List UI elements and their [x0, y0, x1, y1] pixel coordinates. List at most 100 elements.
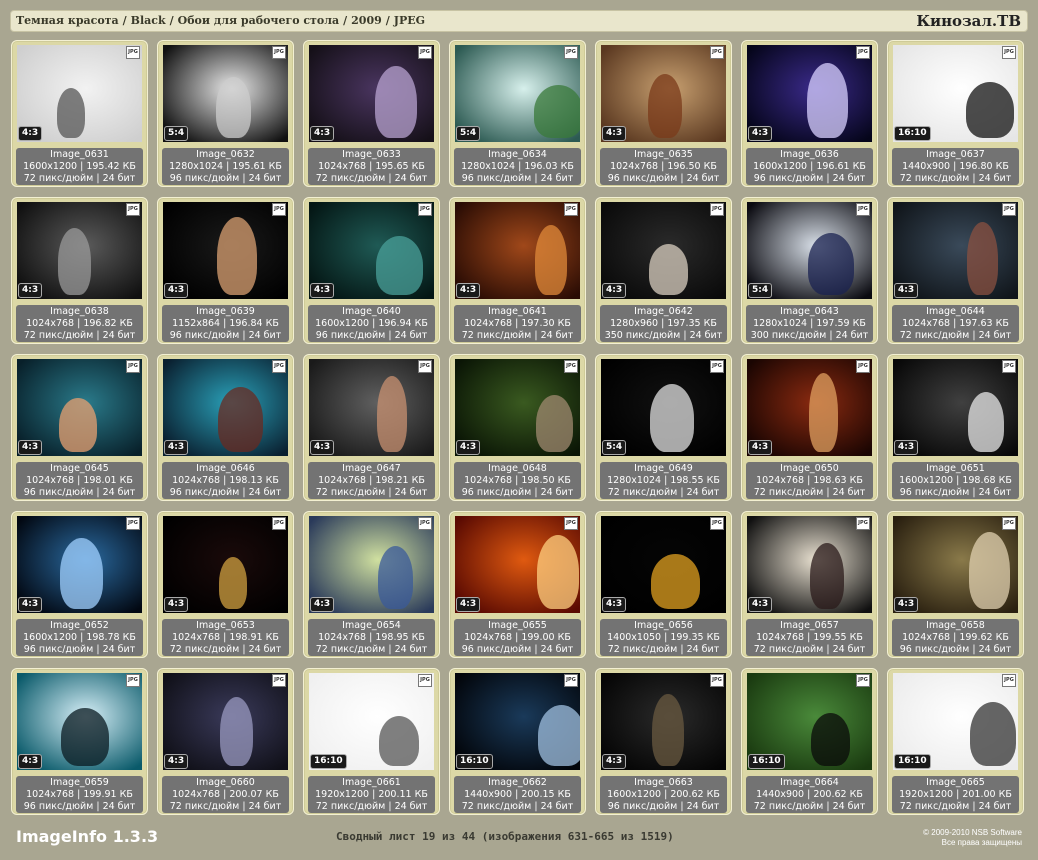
thumbnail-image[interactable]: JPG 4:3 — [893, 359, 1018, 456]
thumbnail-card[interactable]: JPG 4:3 Image_0635 1024x768 | 196.50 КБ 96 п… — [595, 40, 732, 187]
thumbnail-image[interactable]: JPG 5:4 — [163, 45, 288, 142]
thumbnail-card[interactable]: JPG 4:3 Image_0651 1600x1200 | 198.68 КБ 96 … — [887, 354, 1024, 501]
thumbnail-card[interactable]: JPG 16:10 Image_0661 1920x1200 | 200.11 КБ 7… — [303, 668, 440, 815]
image-bit-depth: 24 бит — [832, 801, 866, 812]
thumbnail-image[interactable]: JPG 4:3 — [17, 359, 142, 456]
thumbnail-image[interactable]: JPG 16:10 — [893, 673, 1018, 770]
thumbnail-image[interactable]: JPG 5:4 — [455, 45, 580, 142]
thumbnail-image[interactable]: JPG 16:10 — [455, 673, 580, 770]
image-bit-depth: 24 бит — [248, 173, 282, 184]
thumbnail-figure — [534, 85, 580, 138]
thumbnail-image[interactable]: JPG 4:3 — [601, 202, 726, 299]
thumbnail-image[interactable]: JPG 4:3 — [163, 202, 288, 299]
jpg-file-icon: JPG — [856, 46, 870, 59]
thumbnail-image[interactable]: JPG 4:3 — [309, 45, 434, 142]
thumbnail-image[interactable]: JPG 4:3 — [163, 516, 288, 613]
image-file-size: 199.91 КБ — [83, 789, 133, 800]
image-info: Image_0665 1920x1200 | 201.00 КБ 72 пикс/д… — [892, 776, 1019, 813]
thumbnail-card[interactable]: JPG 4:3 Image_0644 1024x768 | 197.63 КБ 72 п… — [887, 197, 1024, 344]
thumbnail-card[interactable]: JPG 4:3 Image_0659 1024x768 | 199.91 КБ 96 п… — [11, 668, 148, 815]
thumbnail-card[interactable]: JPG 5:4 Image_0643 1280x1024 | 197.59 КБ 300… — [741, 197, 878, 344]
thumbnail-card[interactable]: JPG 4:3 Image_0655 1024x768 | 199.00 КБ 96 п… — [449, 511, 586, 658]
thumbnail-image[interactable]: JPG 4:3 — [309, 359, 434, 456]
thumbnail-card[interactable]: JPG 4:3 Image_0648 1024x768 | 198.50 КБ 96 п… — [449, 354, 586, 501]
thumbnail-card[interactable]: JPG 5:4 Image_0634 1280x1024 | 196.03 КБ 96 … — [449, 40, 586, 187]
image-dpi: 96 пикс/дюйм — [899, 644, 970, 655]
thumbnail-image[interactable]: JPG 4:3 — [163, 359, 288, 456]
thumbnail-image[interactable]: JPG 16:10 — [893, 45, 1018, 142]
thumbnail-card[interactable]: JPG 4:3 Image_0636 1600x1200 | 196.61 КБ 96 … — [741, 40, 878, 187]
thumbnail-card[interactable]: JPG 4:3 Image_0631 1600x1200 | 195.42 КБ 72 … — [11, 40, 148, 187]
thumbnail-image[interactable]: JPG 4:3 — [163, 673, 288, 770]
image-dimensions: 1024x768 — [318, 161, 367, 172]
thumbnail-card[interactable]: JPG 4:3 Image_0663 1600x1200 | 200.62 КБ 96 … — [595, 668, 732, 815]
thumbnail-image[interactable]: JPG 4:3 — [601, 673, 726, 770]
breadcrumb-item-dark-beauty[interactable]: Темная красота — [16, 14, 119, 27]
thumbnail-image[interactable]: JPG 4:3 — [893, 516, 1018, 613]
image-dpi-bits: 96 пикс/дюйм | 24 бит — [461, 487, 574, 498]
thumbnail-card[interactable]: JPG 4:3 Image_0633 1024x768 | 195.65 КБ 72 п… — [303, 40, 440, 187]
thumbnail-figure — [810, 543, 844, 609]
breadcrumb-item-black[interactable]: Black — [131, 14, 166, 27]
thumbnail-image[interactable]: JPG 4:3 — [309, 516, 434, 613]
image-dims-size: 1280x1024 | 198.55 КБ — [607, 475, 720, 486]
thumbnail-card[interactable]: JPG 4:3 Image_0640 1600x1200 | 196.94 КБ 96 … — [303, 197, 440, 344]
thumbnail-image[interactable]: JPG 5:4 — [747, 202, 872, 299]
thumbnail-image[interactable]: JPG 4:3 — [17, 202, 142, 299]
image-dims-size: 1024x768 | 195.65 КБ — [318, 161, 425, 172]
thumbnail-card[interactable]: JPG 4:3 Image_0658 1024x768 | 199.62 КБ 96 п… — [887, 511, 1024, 658]
thumbnail-image[interactable]: JPG 4:3 — [747, 359, 872, 456]
image-dpi: 96 пикс/дюйм — [23, 644, 94, 655]
thumbnail-card[interactable]: JPG 4:3 Image_0647 1024x768 | 198.21 КБ 72 п… — [303, 354, 440, 501]
thumbnail-image[interactable]: JPG 4:3 — [601, 45, 726, 142]
thumbnail-card[interactable]: JPG 4:3 Image_0653 1024x768 | 198.91 КБ 72 п… — [157, 511, 294, 658]
thumbnail-image[interactable]: JPG 5:4 — [601, 359, 726, 456]
thumbnail-card[interactable]: JPG 5:4 Image_0649 1280x1024 | 198.55 КБ 72 … — [595, 354, 732, 501]
thumbnail-card[interactable]: JPG 4:3 Image_0650 1024x768 | 198.63 КБ 72 п… — [741, 354, 878, 501]
breadcrumb-item-wallpapers[interactable]: Обои для рабочего стола — [178, 14, 339, 27]
thumbnail-image[interactable]: JPG 4:3 — [17, 45, 142, 142]
thumbnail-image[interactable]: JPG 4:3 — [747, 516, 872, 613]
header-bar: Темная красота / Black / Обои для рабочего с… — [10, 10, 1028, 32]
thumbnail-image[interactable]: JPG 4:3 — [17, 516, 142, 613]
thumbnail-card[interactable]: JPG 16:10 Image_0662 1440x900 | 200.15 КБ 72… — [449, 668, 586, 815]
thumbnail-image[interactable]: JPG 4:3 — [309, 202, 434, 299]
thumbnail-card[interactable]: JPG 16:10 Image_0664 1440x900 | 200.62 КБ 72… — [741, 668, 878, 815]
thumbnail-card[interactable]: JPG 4:3 Image_0645 1024x768 | 198.01 КБ 96 п… — [11, 354, 148, 501]
image-dims-size: 1600x1200 | 198.68 КБ — [899, 475, 1012, 486]
thumbnail-figure — [967, 222, 998, 295]
thumbnail-image[interactable]: JPG 4:3 — [455, 202, 580, 299]
thumbnail-card[interactable]: JPG 5:4 Image_0632 1280x1024 | 195.61 КБ 96 … — [157, 40, 294, 187]
thumbnail-card[interactable]: JPG 4:3 Image_0638 1024x768 | 196.82 КБ 72 п… — [11, 197, 148, 344]
image-dimensions: 1024x768 — [902, 318, 951, 329]
jpg-file-icon: JPG — [126, 203, 140, 216]
jpg-file-icon: JPG — [564, 360, 578, 373]
image-dpi: 96 пикс/дюйм — [315, 330, 386, 341]
thumbnail-card[interactable]: JPG 16:10 Image_0637 1440x900 | 196.80 КБ 72… — [887, 40, 1024, 187]
image-dpi: 96 пикс/дюйм — [461, 173, 532, 184]
image-info: Image_0645 1024x768 | 198.01 КБ 96 пикс/дю… — [16, 462, 143, 499]
thumbnail-card[interactable]: JPG 4:3 Image_0639 1152x864 | 196.84 КБ 96 п… — [157, 197, 294, 344]
thumbnail-card[interactable]: JPG 4:3 Image_0656 1400x1050 | 199.35 КБ 72 … — [595, 511, 732, 658]
image-dimensions: 1024x768 — [26, 475, 75, 486]
thumbnail-image[interactable]: JPG 4:3 — [601, 516, 726, 613]
thumbnail-image[interactable]: JPG 4:3 — [17, 673, 142, 770]
thumbnail-card[interactable]: JPG 4:3 Image_0641 1024x768 | 197.30 КБ 72 п… — [449, 197, 586, 344]
thumbnail-card[interactable]: JPG 4:3 Image_0646 1024x768 | 198.13 КБ 96 п… — [157, 354, 294, 501]
thumbnail-card[interactable]: JPG 4:3 Image_0660 1024x768 | 200.07 КБ 72 п… — [157, 668, 294, 815]
thumbnail-image[interactable]: JPG 4:3 — [455, 516, 580, 613]
thumbnail-image[interactable]: JPG 4:3 — [747, 45, 872, 142]
breadcrumb-item-year[interactable]: 2009 — [351, 14, 382, 27]
thumbnail-card[interactable]: JPG 16:10 Image_0665 1920x1200 | 201.00 КБ 7… — [887, 668, 1024, 815]
image-dpi-bits: 96 пикс/дюйм | 24 бит — [23, 487, 136, 498]
image-dpi-bits: 72 пикс/дюйм | 24 бит — [607, 487, 720, 498]
thumbnail-image[interactable]: JPG 4:3 — [455, 359, 580, 456]
thumbnail-image[interactable]: JPG 4:3 — [893, 202, 1018, 299]
breadcrumb-item-format[interactable]: JPEG — [394, 14, 425, 27]
thumbnail-card[interactable]: JPG 4:3 Image_0652 1600x1200 | 198.78 КБ 96 … — [11, 511, 148, 658]
thumbnail-image[interactable]: JPG 16:10 — [747, 673, 872, 770]
thumbnail-image[interactable]: JPG 16:10 — [309, 673, 434, 770]
thumbnail-card[interactable]: JPG 4:3 Image_0657 1024x768 | 199.55 КБ 72 п… — [741, 511, 878, 658]
thumbnail-card[interactable]: JPG 4:3 Image_0654 1024x768 | 198.95 КБ 72 п… — [303, 511, 440, 658]
thumbnail-card[interactable]: JPG 4:3 Image_0642 1280x960 | 197.35 КБ 350 … — [595, 197, 732, 344]
